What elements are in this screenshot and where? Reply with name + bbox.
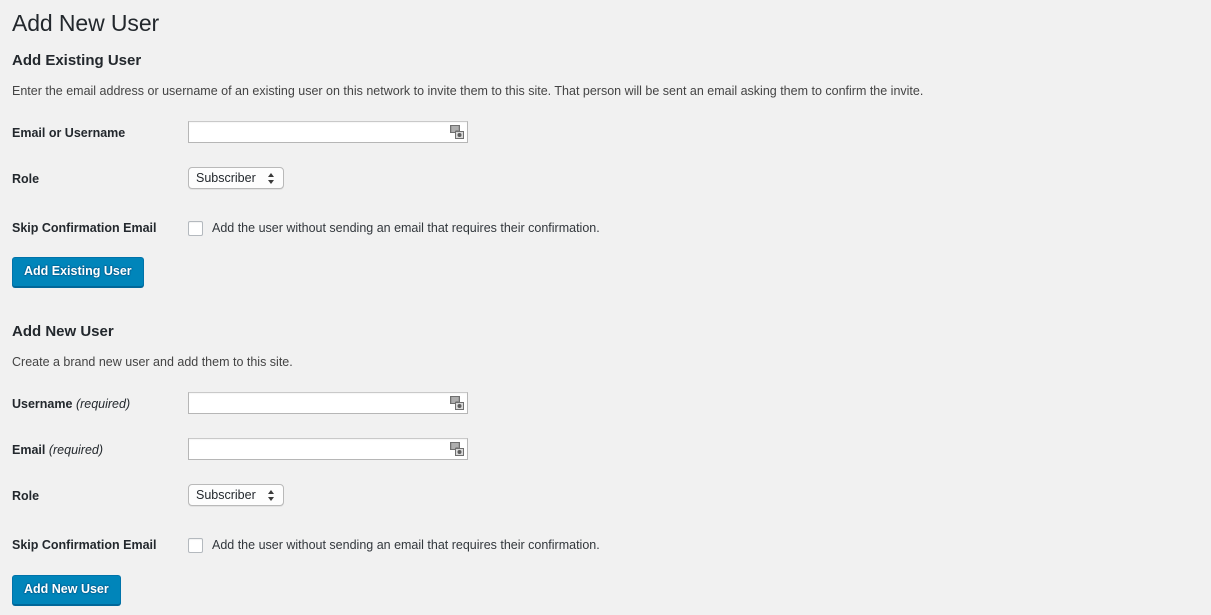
add-new-user-form: Username (required) Email (required) Rol… [12, 381, 1199, 569]
form-row-role-new: Role Subscriber [12, 473, 1199, 522]
form-row-email: Email (required) [12, 427, 1199, 473]
form-row-username: Username (required) [12, 381, 1199, 427]
email-or-username-input[interactable] [188, 120, 468, 143]
page-title: Add New User [12, 10, 160, 36]
field-username [188, 381, 1199, 427]
username-input[interactable] [188, 391, 468, 414]
skip-confirmation-existing-checkbox-label: Add the user without sending an email th… [212, 220, 600, 235]
admin-page-wrap: Add New User Add Existing User Enter the… [0, 0, 1211, 605]
add-existing-user-button[interactable]: Add Existing User [12, 257, 144, 288]
username-input-holder [188, 391, 468, 414]
label-username-required-note: (required) [75, 396, 131, 411]
add-existing-user-form: Email or Username Role Subscriber Skip C… [12, 110, 1199, 251]
role-select-new[interactable]: Subscriber [188, 484, 284, 507]
label-role-existing: Role [12, 156, 188, 205]
field-skip-confirmation-new: Add the user without sending an email th… [188, 522, 1199, 568]
section-description-add-new-user: Create a brand new user and add them to … [12, 355, 293, 370]
label-username: Username (required) [12, 381, 188, 427]
role-select-existing-value: Subscriber [196, 171, 256, 185]
skip-confirmation-new-row[interactable]: Add the user without sending an email th… [188, 533, 1189, 554]
role-select-existing[interactable]: Subscriber [188, 167, 284, 189]
field-email [188, 427, 1199, 473]
skip-confirmation-existing-row[interactable]: Add the user without sending an email th… [188, 216, 1189, 237]
field-skip-confirmation-existing: Add the user without sending an email th… [188, 205, 1199, 251]
form-row-email-or-username: Email or Username [12, 110, 1199, 156]
field-role-existing: Subscriber [188, 156, 1199, 205]
label-role-existing-text: Role [12, 172, 40, 186]
label-username-text: Username [12, 396, 73, 411]
role-select-new-value: Subscriber [196, 488, 256, 503]
checkbox-icon[interactable] [188, 538, 203, 554]
section-heading-add-existing-user: Add Existing User [12, 52, 142, 69]
field-email-or-username [188, 110, 1199, 156]
label-skip-confirmation-new-text: Skip Confirmation Email [12, 538, 157, 553]
email-or-username-input-holder [188, 120, 468, 143]
form-row-skip-confirmation-new: Skip Confirmation Email Add the user wit… [12, 522, 1199, 568]
section-description-add-existing-user: Enter the email address or username of a… [12, 84, 924, 98]
select-updown-arrows-icon [267, 488, 275, 503]
label-skip-confirmation-existing-text: Skip Confirmation Email [12, 220, 157, 235]
add-new-user-button[interactable]: Add New User [12, 574, 121, 605]
label-email-required-note: (required) [48, 443, 104, 458]
label-email-or-username: Email or Username [12, 110, 188, 156]
label-role-new-text: Role [12, 489, 40, 504]
label-skip-confirmation-new: Skip Confirmation Email [12, 522, 188, 568]
label-email-or-username-text: Email or Username [12, 125, 126, 140]
form-row-role-existing: Role Subscriber [12, 156, 1199, 205]
skip-confirmation-new-checkbox-label: Add the user without sending an email th… [212, 538, 600, 553]
label-email-text: Email [12, 443, 46, 458]
form-row-skip-confirmation-existing: Skip Confirmation Email Add the user wit… [12, 205, 1199, 251]
section-heading-add-new-user: Add New User [12, 323, 114, 341]
label-role-new: Role [12, 473, 188, 522]
email-input-holder [188, 438, 468, 461]
add-new-user-submit-row: Add New User [12, 569, 1199, 605]
checkbox-icon[interactable] [188, 220, 203, 236]
add-existing-user-submit-row: Add Existing User [12, 251, 1199, 288]
email-input[interactable] [188, 438, 468, 461]
label-email: Email (required) [12, 427, 188, 473]
field-role-new: Subscriber [188, 473, 1199, 522]
select-updown-arrows-icon [267, 171, 275, 186]
label-skip-confirmation-existing: Skip Confirmation Email [12, 205, 188, 251]
